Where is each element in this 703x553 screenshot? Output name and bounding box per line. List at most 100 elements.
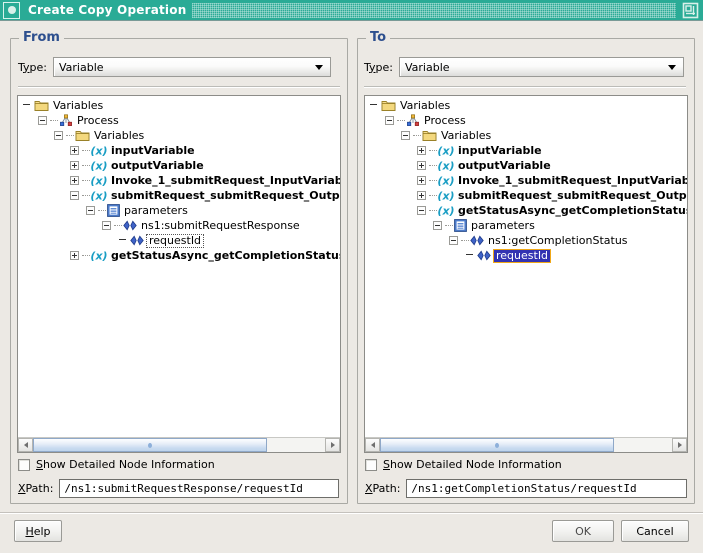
window-title: Create Copy Operation xyxy=(28,3,187,17)
tree-item-label: getStatusAsync_getCompletionStatus_Input xyxy=(111,249,340,262)
tree-item-label: outputVariable xyxy=(458,159,551,172)
from-detailed-node-row[interactable]: Show Detailed Node Information xyxy=(18,458,215,471)
tree-item-label: Variables xyxy=(53,99,104,112)
tree-item[interactable]: requestId xyxy=(365,248,687,263)
tree-item-label: Invoke_1_submitRequest_InputVariable xyxy=(458,174,687,187)
footer-divider xyxy=(0,512,703,514)
to-tree-panel[interactable]: Variables Process Variables (x) inputVariabl… xyxy=(364,95,688,453)
tree-item-label: Variables xyxy=(441,129,492,142)
tree-item[interactable]: parameters xyxy=(365,218,687,233)
scroll-right-icon[interactable] xyxy=(325,438,340,452)
svg-text:(x): (x) xyxy=(91,160,107,173)
tree-item[interactable]: (x) Invoke_1_submitRequest_InputVariable xyxy=(18,173,340,188)
from-tree-panel[interactable]: Variables Process Variables (x) inputVariabl… xyxy=(17,95,341,453)
tree-item[interactable]: (x) getStatusAsync_getCompletionStatus_In… xyxy=(18,248,340,263)
tree-connector xyxy=(50,119,58,122)
tree-item[interactable]: Variables xyxy=(365,128,687,143)
to-xpath-input[interactable]: /ns1:getCompletionStatus/requestId xyxy=(406,479,687,498)
expand-node-icon[interactable] xyxy=(417,176,426,185)
tree-item[interactable]: Process xyxy=(18,113,340,128)
tree-item[interactable]: Variables xyxy=(365,98,687,113)
tree-item[interactable]: (x) submitRequest_submitRequest_OutputVar… xyxy=(365,188,687,203)
tree-item[interactable]: (x) submitRequest_submitRequest_OutputVar… xyxy=(18,188,340,203)
tree-item-label: Process xyxy=(77,114,119,127)
tree-connector xyxy=(429,179,437,182)
to-scroll-thumb[interactable] xyxy=(380,438,614,452)
to-tree[interactable]: Variables Process Variables (x) inputVariabl… xyxy=(365,96,687,437)
expand-node-icon[interactable] xyxy=(70,146,79,155)
tree-expander-placeholder xyxy=(369,101,378,110)
to-type-combobox[interactable]: Variable xyxy=(399,57,684,77)
collapse-node-icon[interactable] xyxy=(401,131,410,140)
tree-connector xyxy=(429,194,437,197)
from-detailed-node-checkbox[interactable] xyxy=(18,458,30,471)
collapse-node-icon[interactable] xyxy=(385,116,394,125)
expand-node-icon[interactable] xyxy=(70,161,79,170)
tree-item[interactable]: (x) inputVariable xyxy=(18,143,340,158)
from-type-combobox[interactable]: Variable xyxy=(53,57,331,77)
collapse-node-icon[interactable] xyxy=(86,206,95,215)
svg-text:(x): (x) xyxy=(91,250,107,263)
tree-item[interactable]: Variables xyxy=(18,128,340,143)
tree-item-label: parameters xyxy=(471,219,535,232)
from-xpath-label: XPath: xyxy=(18,482,54,495)
variable-icon: (x) xyxy=(438,160,454,173)
tree-connector xyxy=(66,134,74,137)
tree-item[interactable]: (x) outputVariable xyxy=(365,158,687,173)
scroll-right-icon[interactable] xyxy=(672,438,687,452)
from-scroll-track[interactable] xyxy=(33,438,325,452)
scroll-left-icon[interactable] xyxy=(365,438,380,452)
from-tree[interactable]: Variables Process Variables (x) inputVariabl… xyxy=(18,96,340,437)
ok-button-label: OK xyxy=(575,524,591,538)
tree-item[interactable]: Process xyxy=(365,113,687,128)
tree-item[interactable]: ns1:getCompletionStatus xyxy=(365,233,687,248)
tree-item[interactable]: ns1:submitRequestResponse xyxy=(18,218,340,233)
tree-item-label: requestId xyxy=(146,233,205,248)
collapse-node-icon[interactable] xyxy=(54,131,63,140)
restore-window-icon[interactable] xyxy=(682,2,699,19)
expand-node-icon[interactable] xyxy=(417,146,426,155)
scroll-left-icon[interactable] xyxy=(18,438,33,452)
element-icon xyxy=(470,235,484,246)
expand-node-icon[interactable] xyxy=(70,176,79,185)
from-tree-hscrollbar[interactable] xyxy=(18,437,340,452)
tree-item-label: submitRequest_submitRequest_OutputVari xyxy=(111,189,340,202)
tree-item[interactable]: (x) getStatusAsync_getCompletionStatus_In… xyxy=(365,203,687,218)
tree-connector xyxy=(397,119,405,122)
from-scroll-thumb[interactable] xyxy=(33,438,267,452)
tree-connector xyxy=(82,179,90,182)
parameters-icon xyxy=(107,204,120,217)
from-xpath-input[interactable]: /ns1:submitRequestResponse/requestId xyxy=(59,479,340,498)
tree-item[interactable]: (x) Invoke_1_submitRequest_InputVariable xyxy=(365,173,687,188)
collapse-node-icon[interactable] xyxy=(38,116,47,125)
to-group-legend: To xyxy=(366,30,391,45)
to-tree-hscrollbar[interactable] xyxy=(365,437,687,452)
collapse-node-icon[interactable] xyxy=(102,221,111,230)
to-detailed-node-checkbox[interactable] xyxy=(365,458,377,471)
tree-item[interactable]: (x) outputVariable xyxy=(18,158,340,173)
collapse-node-icon[interactable] xyxy=(433,221,442,230)
tree-item[interactable]: requestId xyxy=(18,233,340,248)
help-button[interactable]: Help xyxy=(14,520,62,542)
window-menu-icon[interactable] xyxy=(3,1,20,19)
collapse-node-icon[interactable] xyxy=(417,206,426,215)
collapse-node-icon[interactable] xyxy=(70,191,79,200)
svg-text:(x): (x) xyxy=(91,145,107,158)
tree-item[interactable]: Variables xyxy=(18,98,340,113)
to-scroll-track[interactable] xyxy=(380,438,672,452)
to-type-row: Type: Variable xyxy=(364,57,686,77)
expand-node-icon[interactable] xyxy=(417,191,426,200)
tree-expander-placeholder xyxy=(118,236,127,245)
tree-item[interactable]: parameters xyxy=(18,203,340,218)
expand-node-icon[interactable] xyxy=(70,251,79,260)
expand-node-icon[interactable] xyxy=(417,161,426,170)
folder-icon xyxy=(422,131,437,141)
tree-item-label: parameters xyxy=(124,204,188,217)
collapse-node-icon[interactable] xyxy=(449,236,458,245)
tree-connector xyxy=(82,254,90,257)
tree-item[interactable]: (x) inputVariable xyxy=(365,143,687,158)
ok-button[interactable]: OK xyxy=(552,520,614,542)
to-detailed-node-row[interactable]: Show Detailed Node Information xyxy=(365,458,562,471)
cancel-button[interactable]: Cancel xyxy=(621,520,689,542)
from-detailed-node-label: Show Detailed Node Information xyxy=(36,458,215,471)
